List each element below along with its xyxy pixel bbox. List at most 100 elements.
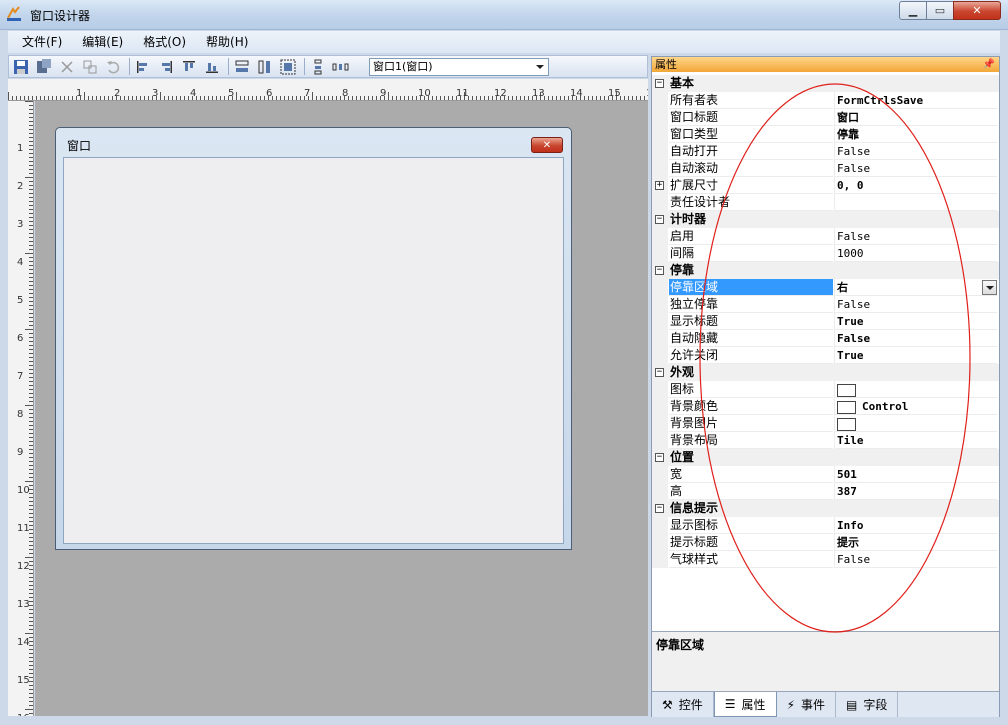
property-row[interactable]: + 扩展尺寸 0, 0 — [652, 177, 999, 194]
property-value[interactable]: Tile — [834, 432, 997, 449]
property-dropdown-button[interactable] — [982, 280, 997, 295]
property-row[interactable]: 窗口标题 窗口 — [652, 109, 999, 126]
align-right-button[interactable] — [156, 57, 176, 77]
property-row[interactable]: 启用 False — [652, 228, 999, 245]
ruler-label: 5 — [17, 295, 24, 306]
ruler-tick — [29, 289, 33, 290]
property-row[interactable]: 自动隐藏 False — [652, 330, 999, 347]
property-row[interactable]: 图标 — [652, 381, 999, 398]
same-width-button[interactable] — [232, 57, 252, 77]
align-bottom-button[interactable] — [202, 57, 222, 77]
property-row[interactable]: 气球样式 False — [652, 551, 999, 568]
property-value[interactable] — [834, 381, 997, 398]
menu-item-3[interactable]: 帮助(H) — [196, 31, 258, 53]
property-row[interactable]: 背景图片 — [652, 415, 999, 432]
ruler-tick — [29, 137, 33, 138]
property-category[interactable]: − 位置 — [652, 449, 999, 466]
collapse-icon[interactable]: − — [655, 266, 664, 275]
panel-tab-1[interactable]: ☰ 属性 — [713, 692, 777, 717]
ruler-tick — [404, 96, 405, 100]
form-selector-dropdown[interactable]: 窗口1(窗口) — [369, 58, 549, 76]
align-top-button[interactable] — [179, 57, 199, 77]
collapse-icon[interactable]: − — [655, 368, 664, 377]
property-row[interactable]: 提示标题 提示 — [652, 534, 999, 551]
property-row[interactable]: 所有者表 FormCtrlsSave — [652, 92, 999, 109]
property-row[interactable]: 高 387 — [652, 483, 999, 500]
save-all-button[interactable] — [34, 57, 54, 77]
property-row[interactable]: 背景颜色 Control — [652, 398, 999, 415]
property-value[interactable]: 提示 — [834, 534, 997, 551]
minimize-button[interactable]: ▁ — [899, 1, 927, 20]
pin-icon[interactable]: 📌 — [983, 57, 995, 72]
menu-item-2[interactable]: 格式(O) — [133, 31, 196, 53]
property-value[interactable]: 窗口 — [834, 109, 997, 126]
property-value[interactable]: Control — [834, 398, 997, 415]
property-value[interactable]: 501 — [834, 466, 997, 483]
property-value[interactable]: Info — [834, 517, 997, 534]
maximize-button[interactable]: ▭ — [926, 1, 954, 20]
property-value[interactable]: False — [834, 143, 997, 160]
menu-item-0[interactable]: 文件(F) — [12, 31, 72, 53]
property-category[interactable]: − 外观 — [652, 364, 999, 381]
collapse-icon[interactable]: − — [655, 453, 664, 462]
property-value[interactable]: 停靠 — [834, 126, 997, 143]
property-value[interactable]: False — [834, 296, 997, 313]
property-row[interactable]: 停靠区域右 — [652, 279, 999, 296]
property-value[interactable]: 0, 0 — [834, 177, 997, 194]
property-value[interactable]: False — [834, 330, 997, 347]
property-row[interactable]: 窗口类型 停靠 — [652, 126, 999, 143]
same-height-button[interactable] — [255, 57, 275, 77]
ruler-tick — [8, 92, 9, 100]
property-row[interactable]: 显示标题 True — [652, 313, 999, 330]
property-value-text: 1000 — [837, 247, 864, 260]
property-row[interactable]: 允许关闭 True — [652, 347, 999, 364]
menu-item-1[interactable]: 编辑(E) — [72, 31, 133, 53]
property-category[interactable]: − 信息提示 — [652, 500, 999, 517]
property-value[interactable]: 387 — [834, 483, 997, 500]
property-category[interactable]: − 基本 — [652, 75, 999, 92]
horizontal-spacing-button[interactable] — [331, 57, 351, 77]
align-left-button[interactable] — [133, 57, 153, 77]
property-row[interactable]: 自动打开 False — [652, 143, 999, 160]
designed-window-client-area[interactable] — [63, 157, 564, 544]
property-value[interactable]: 1000 — [834, 245, 997, 262]
ruler-tick — [29, 281, 33, 282]
collapse-icon[interactable]: − — [655, 215, 664, 224]
property-row[interactable]: 宽 501 — [652, 466, 999, 483]
undo-button[interactable] — [103, 57, 123, 77]
property-category-name: 停靠 — [670, 263, 695, 277]
vertical-spacing-button[interactable] — [308, 57, 328, 77]
delete-button[interactable] — [57, 57, 77, 77]
property-value[interactable]: True — [834, 347, 997, 364]
collapse-icon[interactable]: − — [655, 79, 664, 88]
expand-icon[interactable]: + — [655, 181, 664, 190]
property-value[interactable]: False — [834, 160, 997, 177]
copy-button[interactable] — [80, 57, 100, 77]
property-value[interactable]: False — [834, 551, 997, 568]
ruler-tick — [280, 96, 281, 100]
property-row[interactable]: 间隔 1000 — [652, 245, 999, 262]
save-button[interactable] — [11, 57, 31, 77]
designed-window[interactable]: 窗口 ✕ — [55, 127, 572, 550]
property-value[interactable]: True — [834, 313, 997, 330]
panel-tab-3[interactable]: ▤ 字段 — [836, 692, 899, 717]
property-row[interactable]: 独立停靠 False — [652, 296, 999, 313]
property-value[interactable]: 右 — [834, 279, 997, 296]
ruler-tick — [29, 549, 33, 550]
property-category[interactable]: − 计时器 — [652, 211, 999, 228]
panel-tab-2[interactable]: ⚡ 事件 — [777, 692, 837, 717]
property-row[interactable]: 背景布局 Tile — [652, 432, 999, 449]
property-row[interactable]: 显示图标 Info — [652, 517, 999, 534]
property-row[interactable]: 责任设计者 — [652, 194, 999, 211]
same-size-button[interactable] — [278, 57, 298, 77]
property-value[interactable]: FormCtrlsSave — [834, 92, 997, 109]
property-category[interactable]: − 停靠 — [652, 262, 999, 279]
property-value[interactable]: False — [834, 228, 997, 245]
property-value[interactable] — [834, 194, 997, 211]
designed-window-close-button[interactable]: ✕ — [531, 137, 563, 153]
panel-tab-0[interactable]: ⚒ 控件 — [652, 692, 714, 717]
collapse-icon[interactable]: − — [655, 504, 664, 513]
property-value[interactable] — [834, 415, 997, 432]
close-button[interactable]: ✕ — [953, 1, 1001, 20]
property-row[interactable]: 自动滚动 False — [652, 160, 999, 177]
